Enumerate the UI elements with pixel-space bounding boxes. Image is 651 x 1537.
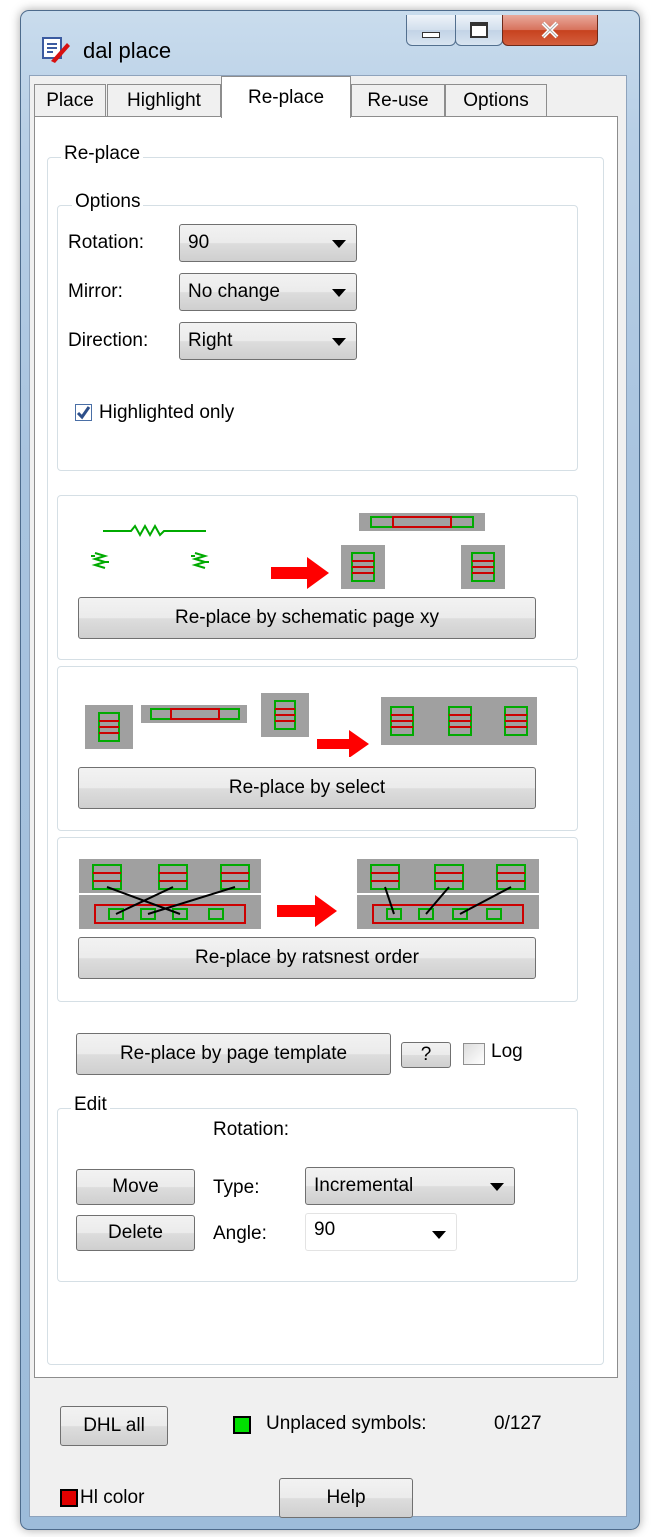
tab-highlight[interactable]: Highlight bbox=[107, 84, 221, 117]
mirror-value: No change bbox=[188, 281, 280, 302]
angle-value: 90 bbox=[314, 1219, 336, 1240]
re-place-schematic-xy-button[interactable]: Re-place by schematic page xy bbox=[78, 597, 536, 639]
schematic-xy-illustration bbox=[75, 513, 505, 589]
direction-value: Right bbox=[188, 330, 233, 351]
rotation-label: Rotation: bbox=[68, 232, 145, 253]
unplaced-symbols-value: 0/127 bbox=[494, 1413, 542, 1434]
client-area: Place Highlight Re-place Re-use Options … bbox=[29, 75, 627, 1518]
type-select[interactable]: Incremental bbox=[305, 1167, 515, 1205]
tab-place[interactable]: Place bbox=[34, 84, 106, 117]
delete-button[interactable]: Delete bbox=[76, 1215, 195, 1251]
angle-label: Angle: bbox=[213, 1223, 267, 1244]
tab-re-place[interactable]: Re-place bbox=[221, 76, 351, 118]
hl-color-label: Hl color bbox=[80, 1487, 145, 1508]
angle-select[interactable]: 90 bbox=[305, 1213, 457, 1251]
help-question-button[interactable]: ? bbox=[401, 1042, 451, 1068]
ratsnest-illustration bbox=[79, 859, 539, 929]
direction-label: Direction: bbox=[68, 330, 149, 351]
edit-legend: Edit bbox=[71, 1094, 110, 1116]
app-window: dal place Place Highlight Re-place Re-us… bbox=[20, 10, 640, 1530]
re-place-ratsnest-button[interactable]: Re-place by ratsnest order bbox=[78, 937, 536, 979]
log-label: Log bbox=[491, 1041, 523, 1062]
direction-select[interactable]: Right bbox=[179, 322, 357, 360]
minimize-button[interactable] bbox=[406, 15, 456, 46]
unplaced-symbols-label: Unplaced symbols: bbox=[266, 1413, 427, 1434]
chevron-down-icon bbox=[432, 1231, 446, 1239]
close-button[interactable] bbox=[502, 15, 598, 46]
app-icon bbox=[42, 37, 70, 63]
re-place-page-template-button[interactable]: Re-place by page template bbox=[76, 1033, 391, 1075]
options-legend: Options bbox=[72, 191, 144, 213]
maximize-icon bbox=[470, 22, 488, 38]
minimize-icon bbox=[422, 32, 440, 38]
move-button[interactable]: Move bbox=[76, 1169, 195, 1205]
tab-options[interactable]: Options bbox=[445, 84, 547, 117]
re-place-legend: Re-place bbox=[61, 143, 144, 165]
chevron-down-icon bbox=[332, 289, 346, 297]
chevron-down-icon bbox=[332, 240, 346, 248]
edit-rotation-label: Rotation: bbox=[213, 1119, 290, 1140]
unplaced-status-indicator bbox=[233, 1416, 251, 1434]
tab-re-use[interactable]: Re-use bbox=[351, 84, 445, 117]
by-select-illustration bbox=[85, 693, 537, 757]
tab-panel: Re-place Options Rotation: 90 Mirror: No… bbox=[34, 116, 618, 1378]
rotation-select[interactable]: 90 bbox=[179, 224, 357, 262]
chevron-down-icon bbox=[490, 1183, 504, 1191]
re-place-by-select-button[interactable]: Re-place by select bbox=[78, 767, 536, 809]
chevron-down-icon bbox=[332, 338, 346, 346]
rotation-value: 90 bbox=[188, 232, 210, 253]
dhl-all-button[interactable]: DHL all bbox=[60, 1406, 168, 1446]
highlighted-only-label: Highlighted only bbox=[99, 402, 235, 423]
log-checkbox[interactable] bbox=[463, 1043, 485, 1065]
close-icon bbox=[541, 21, 559, 39]
highlighted-only-checkbox[interactable] bbox=[75, 404, 92, 421]
hl-color-swatch[interactable] bbox=[60, 1489, 78, 1507]
window-title: dal place bbox=[83, 38, 172, 63]
type-label: Type: bbox=[213, 1177, 260, 1198]
mirror-select[interactable]: No change bbox=[179, 273, 357, 311]
type-value: Incremental bbox=[314, 1175, 414, 1196]
maximize-button[interactable] bbox=[455, 15, 503, 46]
help-button[interactable]: Help bbox=[279, 1478, 413, 1518]
mirror-label: Mirror: bbox=[68, 281, 123, 302]
checkmark-icon bbox=[76, 406, 91, 420]
